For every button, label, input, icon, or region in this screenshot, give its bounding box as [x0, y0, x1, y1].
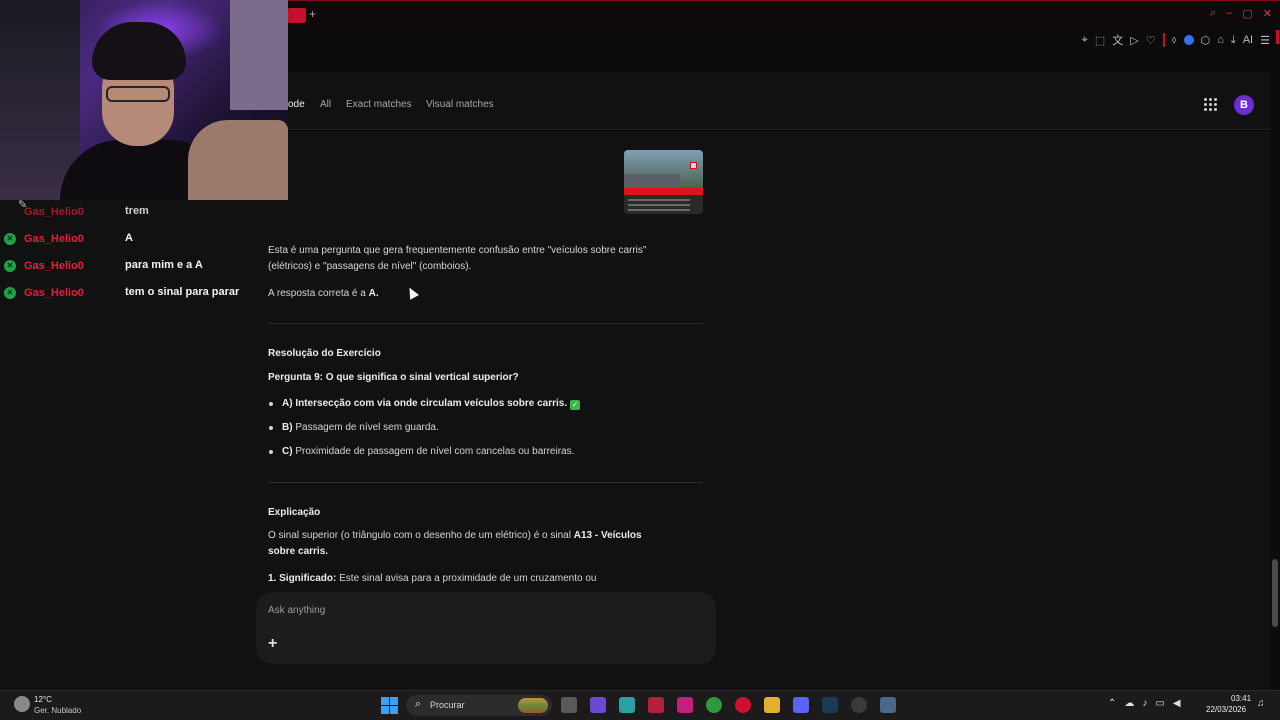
display-icon[interactable]: ▭	[1155, 698, 1164, 709]
tab-visual-matches[interactable]: Visual matches	[426, 99, 494, 110]
scrollbar-thumb[interactable]	[1272, 559, 1278, 627]
chat-message: ✕ Gas_Helio0 tem o sinal para parar	[0, 283, 262, 303]
weather-description[interactable]: Ger. Nublado	[34, 706, 81, 715]
taskbar-search[interactable]: ⌕ Procurar	[406, 695, 552, 716]
bullet	[269, 450, 273, 454]
profile-dot-icon[interactable]	[1183, 35, 1194, 45]
window-controls: ⌕ – ▢ ✕	[1210, 7, 1272, 20]
chat-username: Gas_Helio0	[24, 260, 84, 272]
option-b: B) Passagem de nível sem guarda.	[282, 422, 439, 433]
ask-input[interactable]: Ask anything	[268, 605, 325, 616]
play-icon[interactable]: ▷	[1130, 34, 1138, 47]
badge-icon: ✕	[4, 233, 16, 245]
chat-message: ✕ Gas_Helio0 para mim e a A	[0, 256, 262, 276]
volume-icon[interactable]: ◀	[1173, 698, 1181, 709]
file-explorer-icon[interactable]	[764, 697, 780, 713]
chat-text: tem o sinal para parar	[125, 286, 240, 298]
system-tray: ⌃ ☁ ♪ ▭ ◀	[1108, 698, 1181, 709]
microphone-icon[interactable]: ♪	[1142, 698, 1147, 709]
explanation-text: O sinal superior (o triângulo com o dese…	[268, 530, 642, 557]
chrome-icon[interactable]	[706, 697, 722, 713]
start-button[interactable]	[381, 697, 398, 714]
clock-time[interactable]: 03:41	[1231, 694, 1251, 703]
explanation-point-1: 1. Significado: Este sinal avisa para a …	[268, 573, 597, 584]
query-image-thumbnail[interactable]	[624, 150, 703, 214]
check-mark-icon: ✓	[570, 400, 581, 410]
option-a: A) Intersecção com via onde circulam veí…	[282, 398, 581, 410]
search-icon[interactable]: ⌕	[1210, 7, 1216, 20]
badge-icon: ✕	[4, 287, 16, 299]
search-highlight-icon	[518, 698, 548, 713]
close-icon[interactable]: ✕	[1263, 7, 1272, 20]
divider	[268, 482, 703, 483]
chat-app-icon[interactable]	[590, 697, 606, 713]
avatar[interactable]: B	[1234, 95, 1254, 115]
new-tab-icon[interactable]: +	[309, 7, 316, 21]
opera-gx-icon[interactable]	[735, 697, 751, 713]
chat-username: Gas_Helio0	[24, 206, 84, 218]
resolution-heading: Resolução do Exercício	[268, 348, 381, 359]
toolbar-separator	[1162, 33, 1165, 47]
weather-temperature[interactable]: 12°C	[34, 695, 52, 704]
notepad-icon[interactable]	[880, 697, 896, 713]
app-icon[interactable]	[619, 697, 635, 713]
menu-icon[interactable]: ☰	[1260, 34, 1270, 47]
clock-date[interactable]: 22/03/2026	[1206, 705, 1246, 714]
pin-icon[interactable]: ⌖	[1082, 34, 1088, 47]
tab-all[interactable]: All	[320, 99, 331, 110]
add-attachment-button[interactable]: +	[268, 635, 277, 653]
bullet	[269, 426, 273, 430]
notification-bell-icon[interactable]: ♫	[1257, 698, 1265, 709]
weather-icon[interactable]	[14, 696, 30, 712]
correct-answer-line: A resposta correta é a A.	[268, 288, 379, 299]
ai-button[interactable]: AI	[1243, 34, 1253, 46]
app-icon[interactable]	[648, 697, 664, 713]
apps-grid-icon[interactable]	[1204, 98, 1217, 111]
option-c: C) Proximidade de passagem de nível com …	[282, 446, 575, 457]
road-sign-icon	[690, 162, 697, 169]
chat-text: trem	[125, 205, 149, 217]
question-text: Pergunta 9: O que significa o sinal vert…	[268, 372, 519, 383]
translate-icon[interactable]: 文	[1112, 32, 1123, 48]
sidebar-edge	[1276, 30, 1279, 44]
chat-username: Gas_Helio0	[24, 287, 84, 299]
bullet	[269, 402, 273, 406]
app-icon[interactable]	[677, 697, 693, 713]
ask-box: Ask anything +	[256, 592, 716, 664]
tab-ai-mode[interactable]: ode	[288, 99, 305, 110]
chat-text: A	[125, 232, 133, 244]
windows-taskbar: 12°C Ger. Nublado ⌕ Procurar ⌃ ☁ ♪ ▭ ◀ 0…	[0, 690, 1280, 720]
badge-icon: ✕	[4, 260, 16, 272]
download-icon[interactable]: ⤓	[1231, 34, 1236, 47]
cloud-icon[interactable]: ☁	[1124, 698, 1134, 709]
tab-exact-matches[interactable]: Exact matches	[346, 99, 412, 110]
screenshot-icon[interactable]: ⬚	[1095, 34, 1105, 47]
chat-message: ✕ Gas_Helio0 A	[0, 229, 262, 249]
minimize-icon[interactable]: –	[1226, 7, 1232, 20]
explanation-heading: Explicação	[268, 507, 321, 518]
divider	[268, 323, 703, 324]
heart-icon[interactable]: ♡	[1146, 34, 1156, 47]
task-view-icon[interactable]	[561, 697, 577, 713]
search-label: Procurar	[430, 700, 465, 710]
chevron-up-icon[interactable]: ⌃	[1108, 698, 1116, 709]
chat-text: para mim e a A	[125, 259, 203, 271]
scrollbar[interactable]	[1270, 72, 1280, 690]
app-icon[interactable]	[851, 697, 867, 713]
lock-icon[interactable]: ⌂	[1217, 34, 1224, 46]
webcam-overlay	[0, 0, 288, 200]
browser-tab[interactable]	[288, 8, 306, 23]
answer-intro: Esta é uma pergunta que gera frequenteme…	[268, 245, 647, 272]
chat-username: Gas_Helio0	[24, 233, 84, 245]
chat-message: ✕ Gas_Helio0 trem	[0, 202, 262, 222]
maximize-icon[interactable]: ▢	[1242, 7, 1252, 20]
vpn-icon[interactable]: ⬨	[1172, 34, 1177, 47]
steam-icon[interactable]	[822, 697, 838, 713]
search-icon: ⌕	[415, 698, 422, 710]
extensions-icon[interactable]: ⬡	[1201, 34, 1211, 47]
discord-icon[interactable]	[793, 697, 809, 713]
